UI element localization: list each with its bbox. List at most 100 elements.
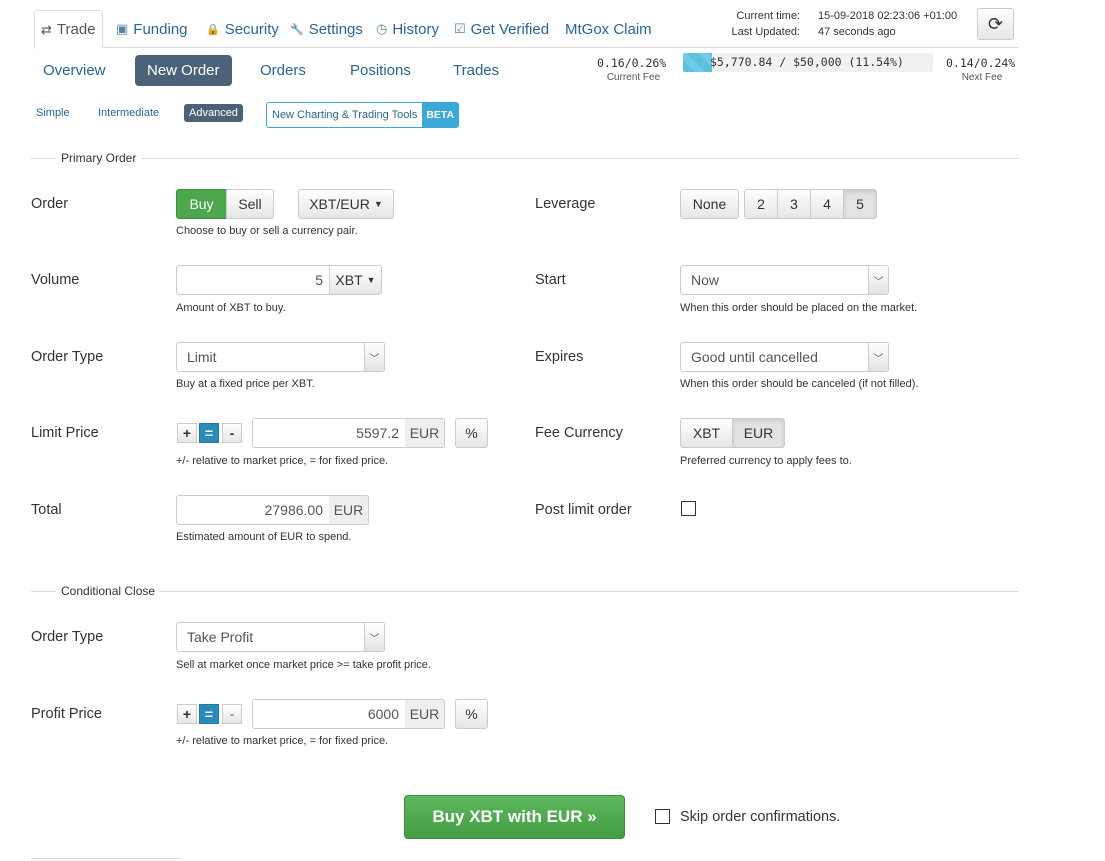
relative-minus-button[interactable]: - — [222, 423, 242, 443]
expires-select[interactable]: Good until cancelled ﹀ — [680, 342, 889, 372]
limit-price-input[interactable]: 5597.2 — [252, 418, 406, 448]
fee-currency-xbt-button[interactable]: XBT — [680, 418, 733, 448]
relative-plus-button[interactable]: + — [177, 423, 197, 443]
expires-help: When this order should be canceled (if n… — [680, 378, 919, 390]
tab-mtgox-claim[interactable]: MtGox Claim — [565, 10, 652, 48]
order-type-select[interactable]: Limit ﹀ — [176, 342, 385, 372]
chevron-down-icon: ﹀ — [868, 266, 888, 294]
money-icon: ▣ — [116, 21, 129, 36]
start-select[interactable]: Now ﹀ — [680, 265, 889, 295]
refresh-button[interactable]: ⟳ — [977, 8, 1014, 40]
subnav-new-order[interactable]: New Order — [135, 55, 232, 86]
total-input[interactable]: 27986.00 — [176, 495, 330, 525]
volume-input[interactable]: 5 — [176, 265, 330, 295]
fee-currency-label: Fee Currency — [535, 425, 623, 441]
total-unit: EUR — [329, 495, 369, 525]
limit-price-help: +/- relative to market price, = for fixe… — [176, 455, 389, 467]
profit-price-percent-button[interactable]: % — [455, 699, 488, 729]
tab-security[interactable]: 🔒 Security — [206, 10, 279, 48]
limit-price-percent-button[interactable]: % — [455, 418, 488, 448]
tab-get-verified[interactable]: ☑ Get Verified — [454, 10, 549, 48]
beta-badge: BETA — [422, 103, 459, 127]
caret-down-icon: ▼ — [366, 275, 376, 285]
mode-intermediate[interactable]: Intermediate — [93, 104, 164, 122]
profit-price-unit: EUR — [405, 699, 445, 729]
close-order-type-label: Order Type — [31, 629, 104, 645]
wrench-icon: 🔧 — [290, 23, 304, 36]
mode-advanced[interactable]: Advanced — [184, 104, 243, 122]
subnav-positions[interactable]: Positions — [338, 55, 423, 86]
expires-value: Good until cancelled — [691, 349, 818, 365]
volume-unit-dropdown[interactable]: XBT ▼ — [329, 265, 382, 295]
profit-price-help: +/- relative to market price, = for fixe… — [176, 735, 389, 747]
leverage-5-button[interactable]: 5 — [843, 189, 877, 219]
order-type-value: Limit — [187, 349, 217, 365]
profit-price-input[interactable]: 6000 — [252, 699, 406, 729]
next-fee-label: Next Fee — [961, 72, 1003, 83]
fee-currency-help: Preferred currency to apply fees to. — [680, 455, 852, 467]
conditional-close-title: Conditional Close — [56, 584, 161, 598]
tab-label: Security — [224, 20, 279, 38]
leverage-label: Leverage — [535, 196, 596, 212]
clock-icon: ◷ — [376, 21, 388, 36]
caret-down-icon: ▼ — [373, 199, 383, 209]
subnav-trades[interactable]: Trades — [441, 55, 511, 86]
current-fee-label: Current Fee — [606, 72, 661, 83]
post-limit-checkbox[interactable] — [681, 501, 696, 516]
section-divider — [31, 591, 1019, 592]
profit-minus-button[interactable]: - — [222, 704, 242, 724]
submit-order-button[interactable]: Buy XBT with EUR » — [404, 795, 625, 839]
mode-simple[interactable]: Simple — [31, 104, 75, 122]
chevron-down-icon: ﹀ — [364, 343, 384, 371]
pair-value: XBT/EUR — [309, 196, 370, 212]
fixed-equals-button[interactable]: = — [199, 423, 219, 443]
exchange-icon: ⇄ — [41, 21, 52, 37]
subnav-orders[interactable]: Orders — [248, 55, 318, 86]
tab-funding[interactable]: ▣ Funding — [116, 10, 188, 48]
last-updated-label: Last Updated: — [731, 26, 801, 38]
last-updated-value: 47 seconds ago — [818, 26, 896, 38]
close-order-type-help: Sell at market once market price >= take… — [176, 659, 431, 671]
close-order-type-value: Take Profit — [187, 629, 254, 645]
order-help: Choose to buy or sell a currency pair. — [176, 225, 358, 237]
new-tools-label: New Charting & Trading Tools — [272, 109, 418, 121]
refresh-icon: ⟳ — [987, 13, 1004, 34]
volume-progress-text: $5,770.84 / $50,000 (11.54%) — [710, 55, 904, 69]
tab-trade[interactable]: ⇄ Trade — [34, 10, 103, 49]
tab-label: Settings — [308, 20, 363, 38]
volume-unit-value: XBT — [335, 272, 363, 288]
pair-dropdown[interactable]: XBT/EUR ▼ — [298, 189, 394, 219]
buy-button[interactable]: Buy — [176, 189, 227, 219]
tab-history[interactable]: ◷ History — [376, 10, 439, 48]
expires-label: Expires — [535, 349, 584, 365]
chevron-down-icon: ﹀ — [868, 343, 888, 371]
order-label: Order — [31, 196, 69, 212]
subnav-overview[interactable]: Overview — [31, 55, 118, 86]
profit-plus-button[interactable]: + — [177, 704, 197, 724]
tab-label: History — [392, 20, 440, 38]
leverage-none-button[interactable]: None — [680, 189, 739, 219]
order-type-help: Buy at a fixed price per XBT. — [176, 378, 315, 390]
primary-order-title: Primary Order — [56, 151, 142, 165]
limit-price-unit: EUR — [405, 418, 445, 448]
skip-confirmations-label: Skip order confirmations. — [680, 809, 841, 825]
start-value: Now — [691, 272, 720, 288]
profit-equals-button[interactable]: = — [199, 704, 219, 724]
new-charting-tools-button[interactable]: New Charting & Trading Tools BETA — [266, 102, 460, 128]
tab-settings[interactable]: 🔧 Settings — [290, 10, 363, 48]
leverage-2-button[interactable]: 2 — [744, 189, 778, 219]
tab-label: MtGox Claim — [565, 20, 652, 38]
sell-button[interactable]: Sell — [226, 189, 274, 219]
close-order-type-select[interactable]: Take Profit ﹀ — [176, 622, 385, 652]
leverage-4-button[interactable]: 4 — [810, 189, 844, 219]
leverage-3-button[interactable]: 3 — [777, 189, 811, 219]
section-divider — [31, 158, 1019, 159]
skip-confirmations-checkbox[interactable] — [655, 809, 670, 824]
tab-label: Get Verified — [470, 20, 550, 38]
current-time-label: Current time: — [736, 10, 800, 22]
current-time-value: 15-09-2018 02:23:06 +01:00 — [818, 10, 958, 22]
start-label: Start — [535, 272, 566, 288]
fee-currency-eur-button[interactable]: EUR — [732, 418, 785, 448]
lock-icon: 🔒 — [206, 23, 220, 36]
volume-label: Volume — [31, 272, 80, 288]
